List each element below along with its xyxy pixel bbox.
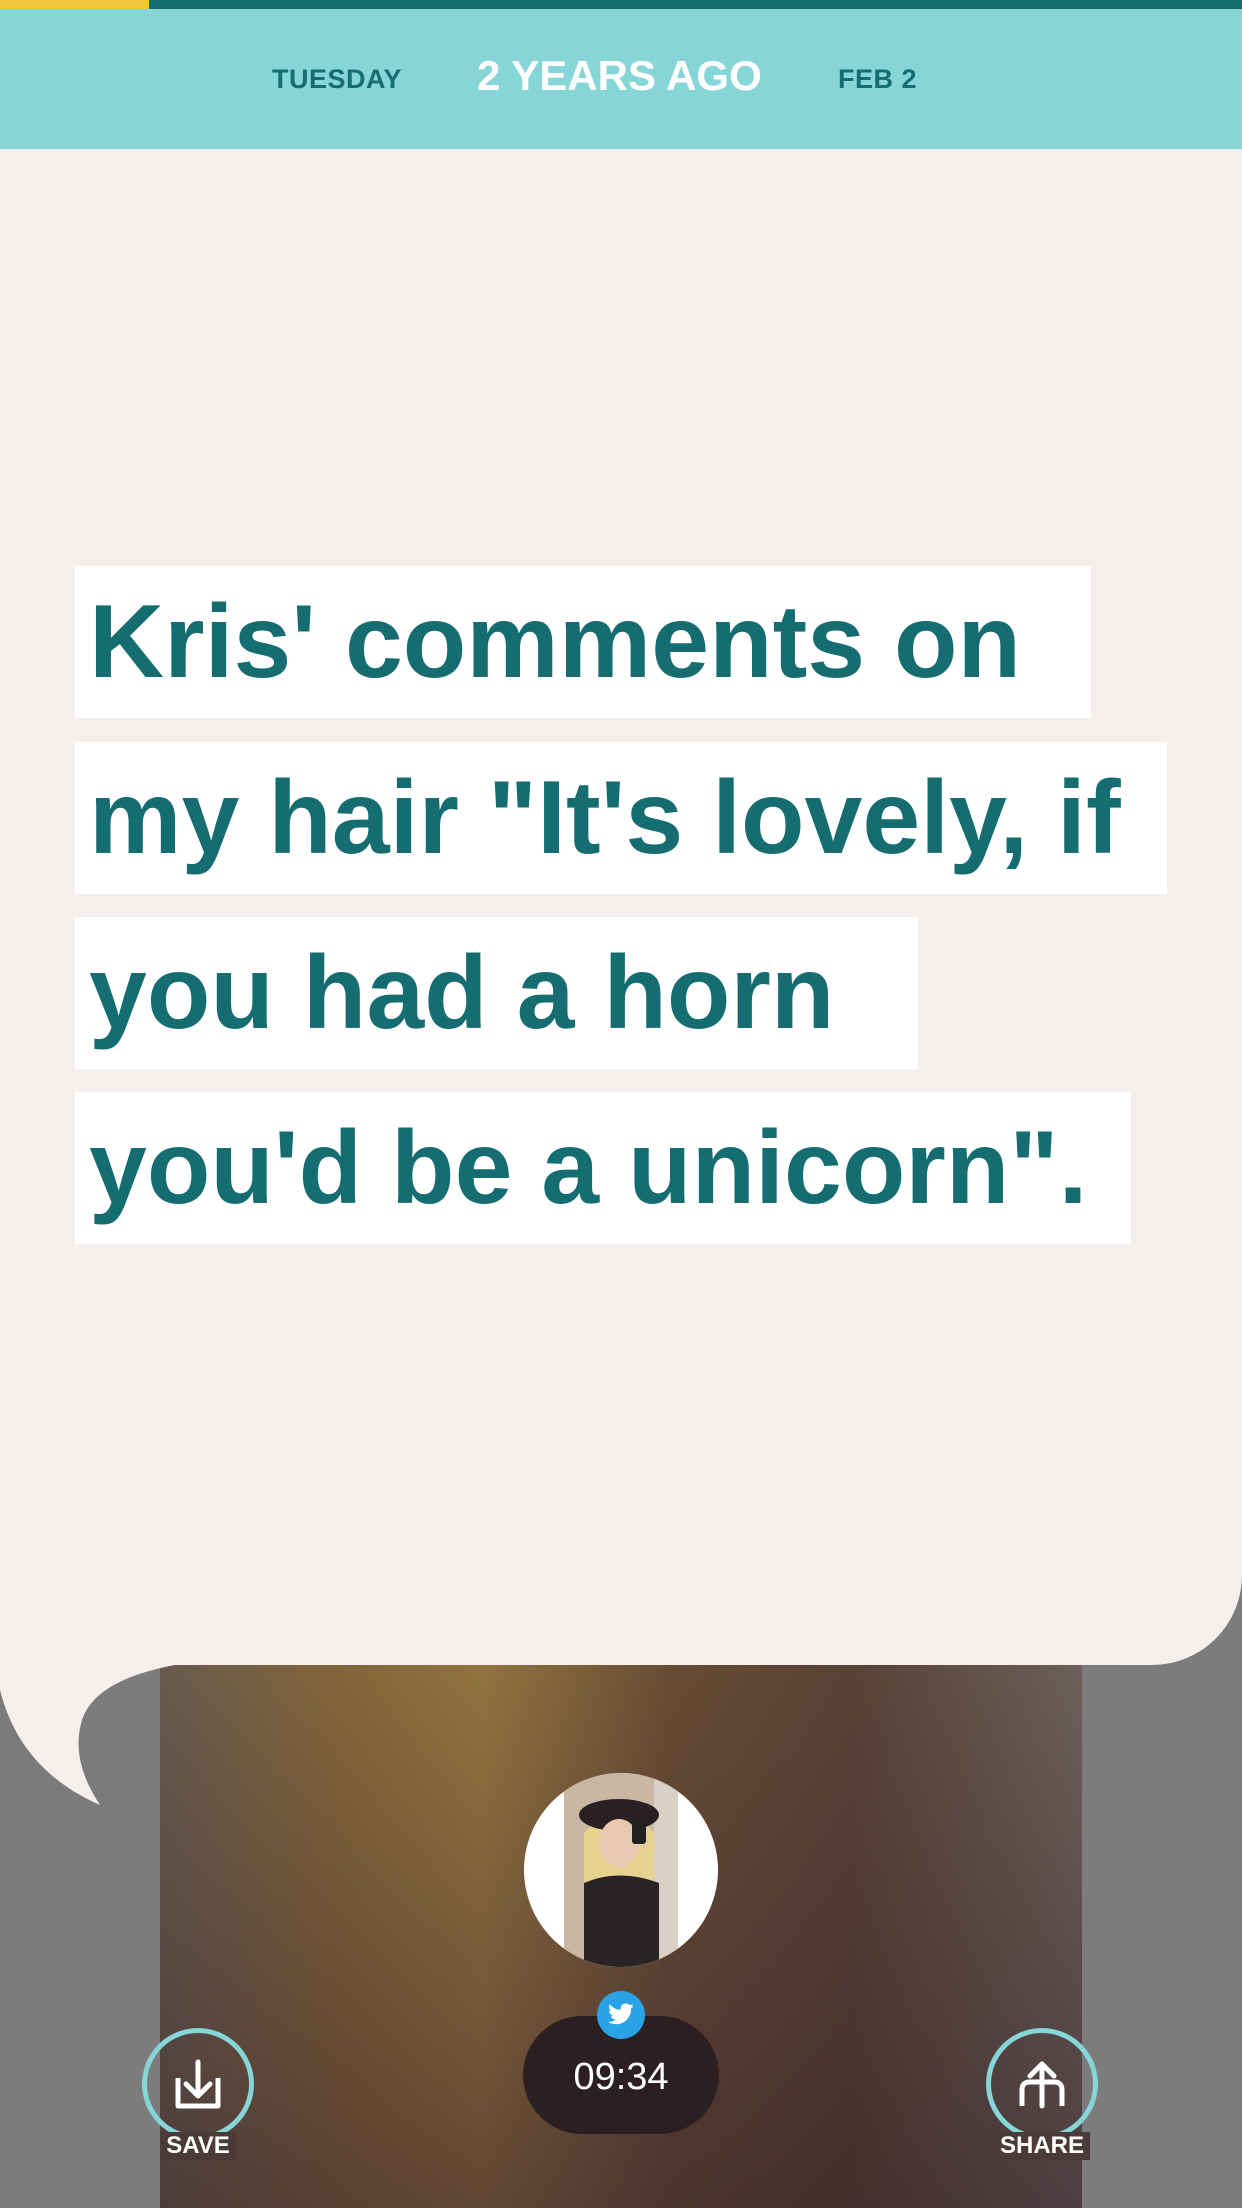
relative-time-label: 2 YEARS AGO bbox=[477, 52, 762, 99]
day-label: TUESDAY bbox=[272, 64, 403, 94]
share-upload-icon bbox=[986, 2028, 1098, 2140]
story-progress-fill bbox=[0, 0, 150, 9]
right-side-fade bbox=[1082, 1665, 1242, 2208]
user-photo-avatar bbox=[564, 1773, 678, 1967]
quote-line: Kris' comments on bbox=[75, 566, 1091, 718]
speech-bubble bbox=[0, 149, 1242, 1665]
share-label: SHARE bbox=[993, 2132, 1090, 2160]
date-label: FEB 2 bbox=[838, 64, 918, 94]
quote-line: my hair "It's lovely, if bbox=[75, 742, 1167, 894]
save-download-icon bbox=[142, 2028, 254, 2140]
twitter-icon bbox=[597, 1991, 645, 2039]
save-button[interactable]: SAVE bbox=[138, 2028, 258, 2188]
save-label: SAVE bbox=[160, 2132, 236, 2160]
date-header: TUESDAY 2 YEARS AGO FEB 2 bbox=[0, 9, 1242, 149]
quote-line: you had a horn bbox=[75, 917, 918, 1069]
story-progress-track bbox=[0, 0, 1242, 9]
quote-line: you'd be a unicorn". bbox=[75, 1092, 1131, 1244]
share-button[interactable]: SHARE bbox=[982, 2028, 1102, 2188]
avatar[interactable] bbox=[524, 1773, 718, 1967]
speech-bubble-tail bbox=[0, 1560, 175, 1805]
